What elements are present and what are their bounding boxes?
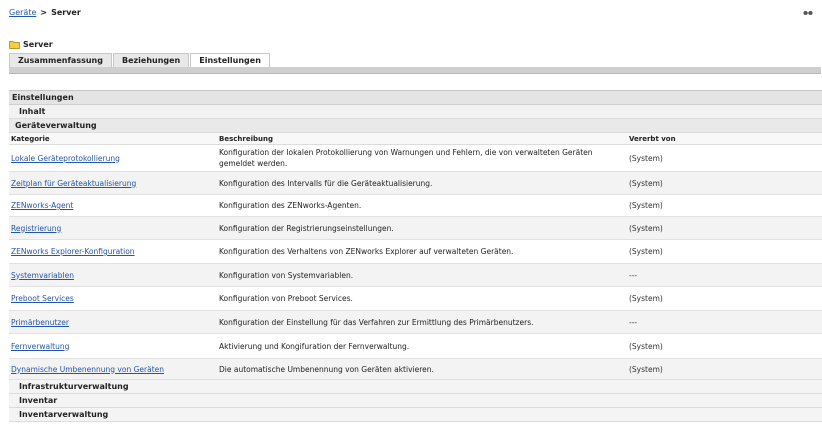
category-link[interactable]: Lokale Geräteprotokollierung [11, 154, 120, 163]
description-cell: Konfiguration des ZENworks-Agenten. [219, 201, 362, 210]
tab-relationships[interactable]: Beziehungen [112, 53, 190, 67]
page-title-text: Server [23, 40, 53, 49]
description-cell: Konfiguration der Einstellung für das Ve… [219, 317, 534, 327]
column-description[interactable]: Beschreibung [217, 135, 627, 143]
inherited-cell: (System) [629, 247, 663, 256]
section-infrastructure-management[interactable]: Infrastrukturverwaltung [9, 380, 822, 394]
inherited-cell: (System) [629, 201, 663, 210]
inherited-cell: --- [629, 270, 638, 280]
column-category[interactable]: Kategorie [9, 135, 217, 143]
table-row: ZENworks Explorer-Konfiguration Konfigur… [9, 240, 822, 264]
table-row: Systemvariablen Konfiguration von System… [9, 264, 822, 287]
tab-summary[interactable]: Zusammenfassung [9, 53, 112, 67]
glasses-icon[interactable] [803, 10, 813, 16]
tab-settings[interactable]: Einstellungen [190, 53, 270, 67]
description-cell: Die automatische Umbenennung von Geräten… [219, 364, 434, 374]
inherited-cell: --- [629, 317, 638, 327]
inherited-cell: (System) [629, 153, 663, 163]
folder-icon [9, 41, 20, 49]
settings-panel: Einstellungen Inhalt Geräteverwaltung Ka… [9, 90, 822, 422]
table-row: Lokale Geräteprotokollierung Konfigurati… [9, 145, 822, 172]
section-inventory-management[interactable]: Inventarverwaltung [9, 408, 822, 422]
description-cell: Konfiguration von Systemvariablen. [219, 270, 354, 280]
breadcrumb-separator: > [40, 8, 48, 17]
category-link[interactable]: Fernverwaltung [11, 342, 69, 351]
tab-underline [9, 67, 821, 74]
description-cell: Konfiguration der Registrierungseinstell… [219, 223, 394, 233]
breadcrumb-current: Server [51, 8, 81, 17]
description-cell: Konfiguration von Preboot Services. [219, 294, 353, 303]
inherited-cell: (System) [629, 178, 663, 188]
settings-header: Einstellungen [9, 91, 822, 105]
description-cell: Aktivierung und Kongifuration der Fernve… [219, 341, 410, 351]
inherited-cell: (System) [629, 223, 663, 233]
description-cell: Konfiguration des Verhaltens von ZENwork… [219, 247, 514, 256]
table-row: Primärbenutzer Konfiguration der Einstel… [9, 311, 822, 334]
category-link[interactable]: ZENworks-Agent [11, 201, 73, 210]
description-cell: Konfiguration des Intervalls für die Ger… [219, 178, 433, 188]
description-cell: Konfiguration der lokalen Protokollierun… [219, 148, 593, 168]
section-content[interactable]: Inhalt [9, 105, 822, 119]
section-device-management[interactable]: Geräteverwaltung [9, 119, 822, 133]
breadcrumb-link-devices[interactable]: Geräte [9, 8, 36, 17]
table-row: Zeitplan für Geräteaktualisierung Konfig… [9, 172, 822, 195]
column-inherited[interactable]: Vererbt von [627, 135, 822, 143]
table-row: Fernverwaltung Aktivierung und Kongifura… [9, 334, 822, 359]
inherited-cell: (System) [629, 294, 663, 303]
category-link[interactable]: Systemvariablen [11, 271, 74, 280]
category-link[interactable]: ZENworks Explorer-Konfiguration [11, 247, 135, 256]
category-link[interactable]: Primärbenutzer [11, 318, 69, 327]
table-header: Kategorie Beschreibung Vererbt von [9, 133, 822, 145]
category-link[interactable]: Preboot Services [11, 294, 74, 303]
category-link[interactable]: Zeitplan für Geräteaktualisierung [11, 179, 136, 188]
table-row: Dynamische Umbenennung von Geräten Die a… [9, 359, 822, 380]
category-link[interactable]: Registrierung [11, 224, 61, 233]
table-row: Registrierung Konfiguration der Registri… [9, 217, 822, 240]
table-row: ZENworks-Agent Konfiguration des ZENwork… [9, 195, 822, 217]
inherited-cell: (System) [629, 341, 663, 351]
table-row: Preboot Services Konfiguration von Prebo… [9, 287, 822, 311]
category-link[interactable]: Dynamische Umbenennung von Geräten [11, 365, 164, 374]
breadcrumb: Geräte > Server [9, 8, 81, 17]
page-title: Server [9, 40, 53, 49]
inherited-cell: (System) [629, 364, 663, 374]
section-inventory[interactable]: Inventar [9, 394, 822, 408]
tab-bar: Zusammenfassung Beziehungen Einstellunge… [9, 53, 271, 67]
